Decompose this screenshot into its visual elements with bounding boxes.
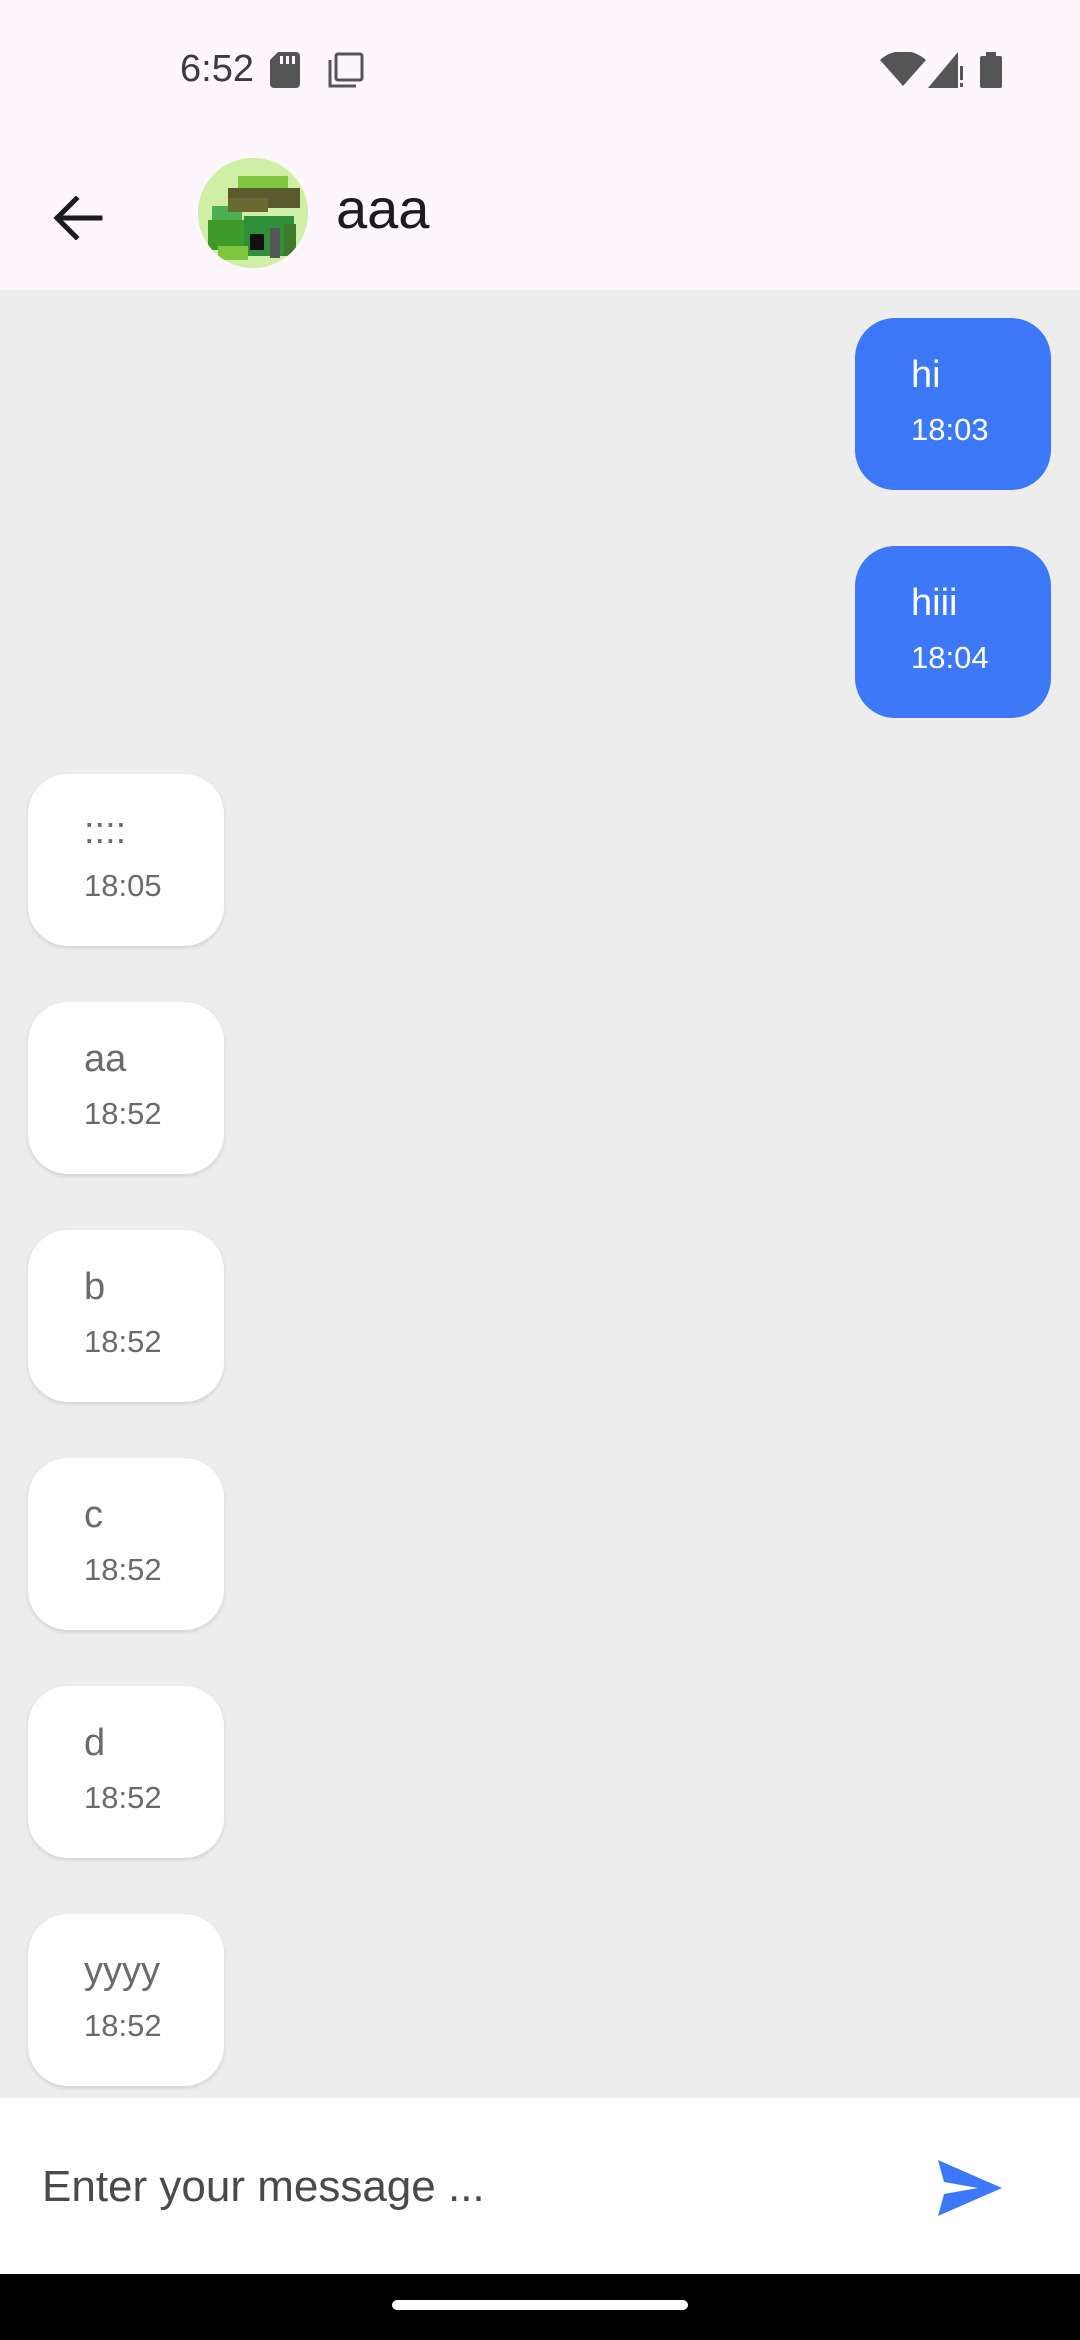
copy-icon bbox=[328, 52, 364, 93]
status-time: 6:52 bbox=[180, 48, 254, 90]
message-bubble-incoming[interactable]: aa 18:52 bbox=[28, 1002, 224, 1174]
message-time: 18:52 bbox=[84, 1780, 162, 1815]
message-text: aa bbox=[84, 1038, 127, 1080]
message-bubble-incoming[interactable]: d 18:52 bbox=[28, 1686, 224, 1858]
message-list[interactable]: hi 18:03 hiii 18:04 :::: 18:05 aa 18:52 … bbox=[0, 290, 1080, 2098]
message-text: yyyy bbox=[84, 1950, 160, 1992]
back-arrow-icon bbox=[53, 196, 103, 240]
message-time: 18:52 bbox=[84, 2008, 162, 2043]
status-bar: 6:52 bbox=[0, 0, 1080, 140]
app-bar: aaa bbox=[0, 140, 1080, 290]
home-indicator[interactable] bbox=[392, 2300, 688, 2310]
message-bubble-incoming[interactable]: :::: 18:05 bbox=[28, 774, 224, 946]
send-icon bbox=[938, 2160, 1002, 2216]
message-bubble-incoming[interactable]: b 18:52 bbox=[28, 1230, 224, 1402]
message-text: c bbox=[84, 1494, 103, 1536]
battery-icon bbox=[980, 52, 1002, 93]
message-bubble-outgoing[interactable]: hi 18:03 bbox=[855, 318, 1051, 490]
message-time: 18:04 bbox=[911, 640, 989, 675]
sd-card-icon bbox=[270, 52, 300, 93]
contact-name[interactable]: aaa bbox=[336, 176, 429, 241]
wifi-icon bbox=[880, 51, 926, 93]
message-time: 18:52 bbox=[84, 1552, 162, 1587]
message-text: d bbox=[84, 1722, 106, 1764]
message-time: 18:05 bbox=[84, 868, 162, 903]
message-time: 18:52 bbox=[84, 1324, 162, 1359]
send-button[interactable] bbox=[920, 2138, 1020, 2238]
message-bubble-incoming[interactable]: c 18:52 bbox=[28, 1458, 224, 1630]
avatar[interactable] bbox=[198, 158, 308, 268]
message-bubble-outgoing[interactable]: hiii 18:04 bbox=[855, 546, 1051, 718]
message-text: hiii bbox=[911, 582, 958, 624]
message-input[interactable] bbox=[40, 2150, 864, 2224]
message-time: 18:52 bbox=[84, 1096, 162, 1131]
back-button[interactable] bbox=[30, 170, 126, 266]
message-text: hi bbox=[911, 354, 941, 396]
message-text: :::: bbox=[84, 810, 127, 852]
message-time: 18:03 bbox=[911, 412, 989, 447]
message-bubble-incoming[interactable]: yyyy 18:52 bbox=[28, 1914, 224, 2086]
message-composer bbox=[0, 2098, 1080, 2274]
system-nav-bar bbox=[0, 2274, 1080, 2340]
message-text: b bbox=[84, 1266, 106, 1308]
signal-icon bbox=[928, 52, 964, 93]
